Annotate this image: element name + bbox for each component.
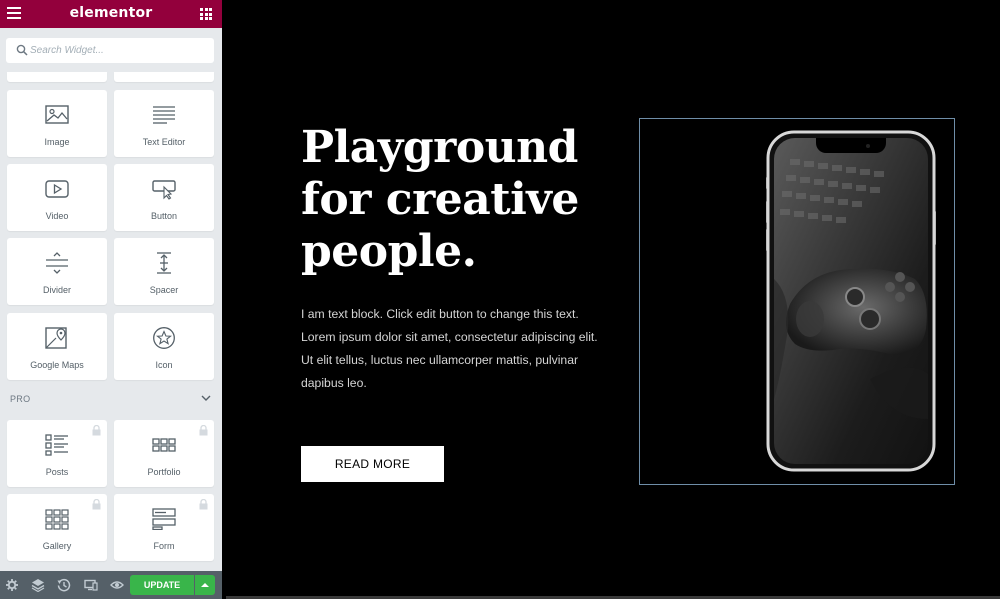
update-button[interactable]: UPDATE bbox=[130, 575, 194, 595]
widget-label: Spacer bbox=[149, 285, 179, 295]
caret-up-icon bbox=[201, 583, 209, 587]
smartphone-image bbox=[766, 130, 936, 472]
panel-header: elementor bbox=[0, 0, 222, 28]
headline-line: for creative bbox=[301, 174, 579, 225]
gallery-icon bbox=[45, 509, 69, 530]
search-icon bbox=[16, 44, 28, 56]
navigator-layers-icon[interactable] bbox=[31, 578, 45, 592]
button-icon bbox=[152, 180, 176, 200]
widget-spacer[interactable]: Spacer bbox=[114, 238, 214, 305]
pro-section-title: PRO bbox=[10, 394, 31, 404]
widget-label: Image bbox=[44, 137, 70, 147]
widget-video[interactable]: Video bbox=[7, 164, 107, 231]
portfolio-icon bbox=[152, 438, 176, 452]
widget-panel: elementor Image Text Editor Video Button… bbox=[0, 0, 222, 599]
text-editor-icon bbox=[153, 106, 175, 124]
pro-section-toggle[interactable]: PRO bbox=[0, 390, 222, 408]
widget-button[interactable]: Button bbox=[114, 164, 214, 231]
headline-line: Playground bbox=[301, 122, 578, 173]
widget-gallery[interactable]: Gallery bbox=[7, 494, 107, 561]
chevron-down-icon bbox=[201, 395, 211, 401]
widget-divider[interactable]: Divider bbox=[7, 238, 107, 305]
widget-label: Divider bbox=[42, 285, 71, 295]
headline-line: people. bbox=[301, 226, 477, 277]
widget-google-maps[interactable]: Google Maps bbox=[7, 313, 107, 380]
posts-icon bbox=[45, 434, 68, 456]
divider-icon bbox=[46, 252, 68, 274]
star-icon bbox=[153, 327, 175, 349]
image-icon bbox=[45, 105, 69, 124]
widget-tile-partial[interactable] bbox=[114, 72, 214, 82]
widget-label: Google Maps bbox=[30, 360, 84, 370]
lock-icon bbox=[92, 425, 101, 436]
widget-label: Gallery bbox=[42, 541, 72, 551]
hero-text-block[interactable]: I am text block. Click edit button to ch… bbox=[301, 303, 606, 395]
read-more-button[interactable]: READ MORE bbox=[301, 446, 444, 482]
brand-logo: elementor bbox=[69, 5, 153, 21]
settings-gear-icon[interactable] bbox=[5, 578, 19, 592]
widget-label: Portfolio bbox=[147, 467, 181, 477]
history-icon[interactable] bbox=[57, 578, 71, 592]
video-icon bbox=[45, 180, 69, 198]
widget-text-editor[interactable]: Text Editor bbox=[114, 90, 214, 157]
google-maps-icon bbox=[45, 327, 67, 349]
responsive-mode-icon[interactable] bbox=[84, 578, 98, 592]
widget-portfolio[interactable]: Portfolio bbox=[114, 420, 214, 487]
widget-posts[interactable]: Posts bbox=[7, 420, 107, 487]
widgets-grid-icon[interactable] bbox=[200, 8, 212, 20]
lock-icon bbox=[199, 425, 208, 436]
lock-icon bbox=[199, 499, 208, 510]
widget-tile-partial[interactable] bbox=[7, 72, 107, 82]
search-input[interactable] bbox=[30, 41, 208, 60]
widget-label: Form bbox=[153, 541, 175, 551]
phone-image[interactable] bbox=[639, 118, 955, 485]
widget-label: Button bbox=[150, 211, 178, 221]
widget-label: Icon bbox=[155, 360, 173, 370]
save-options-button[interactable] bbox=[195, 575, 215, 595]
widget-label: Text Editor bbox=[142, 137, 186, 147]
spacer-icon bbox=[157, 252, 171, 274]
widget-icon[interactable]: Icon bbox=[114, 313, 214, 380]
widget-form[interactable]: Form bbox=[114, 494, 214, 561]
widget-image[interactable]: Image bbox=[7, 90, 107, 157]
lock-icon bbox=[92, 499, 101, 510]
hero-headline[interactable]: Playground for creative people. bbox=[301, 122, 621, 278]
widget-label: Posts bbox=[45, 467, 69, 477]
widget-label: Video bbox=[45, 211, 69, 221]
form-icon bbox=[152, 508, 176, 530]
preview-eye-icon[interactable] bbox=[110, 578, 124, 592]
search-box bbox=[6, 38, 214, 63]
